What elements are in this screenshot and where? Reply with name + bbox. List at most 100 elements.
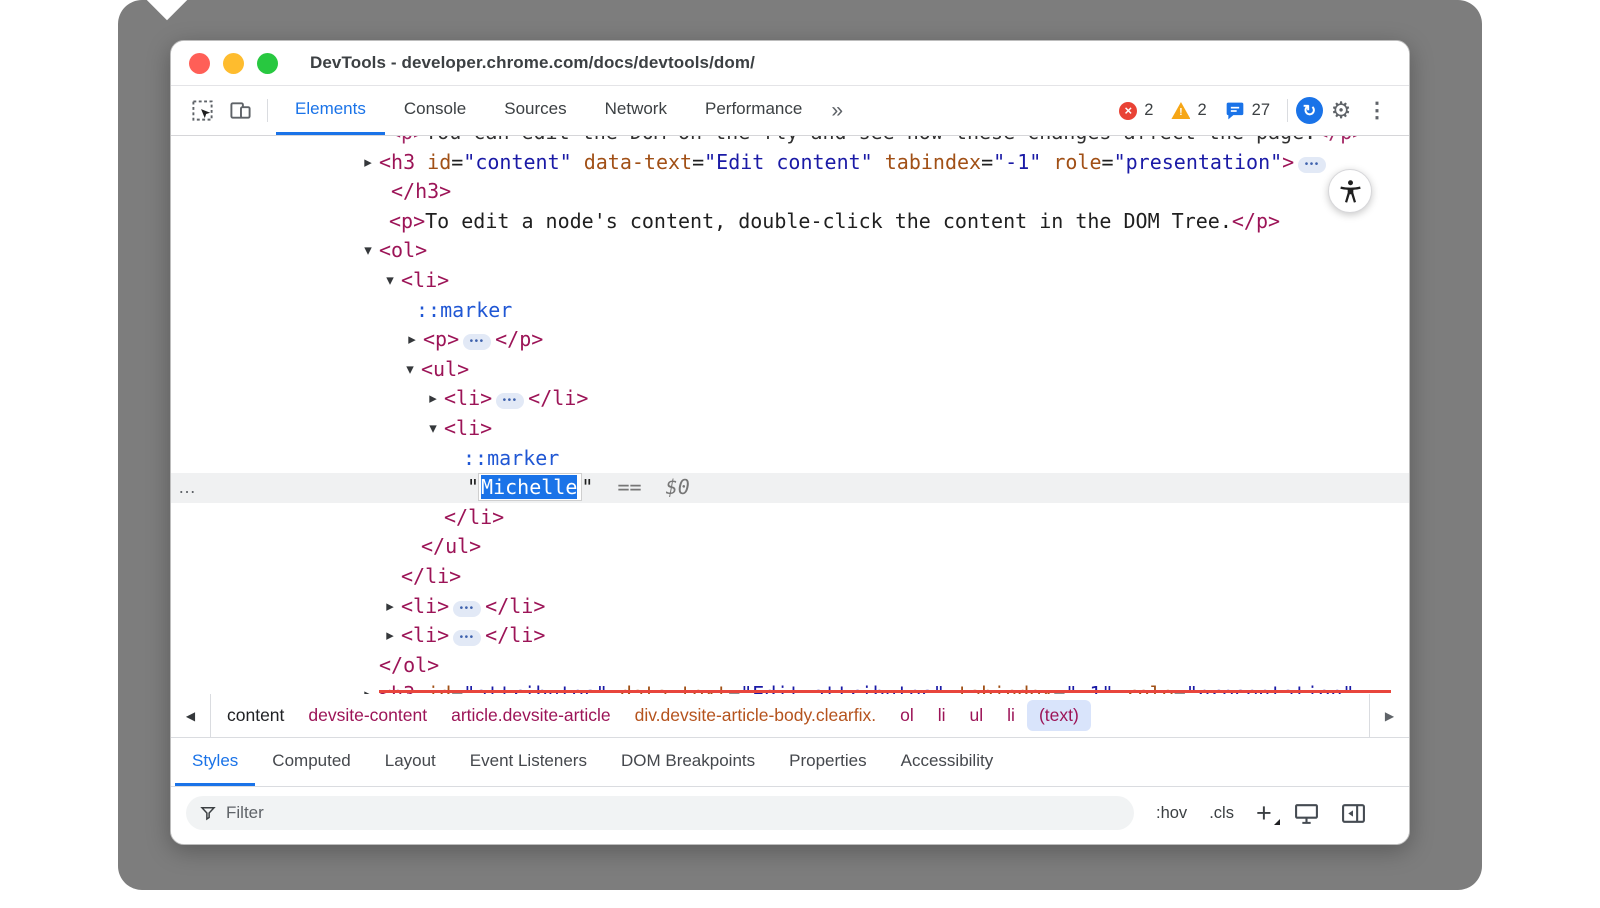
- dom-tree-selected-line[interactable]: …"Michelle" == $0: [171, 473, 1409, 503]
- syntax-token: ::marker: [416, 298, 512, 322]
- expand-arrow-icon[interactable]: ▸: [359, 148, 377, 178]
- gray-backdrop: DevTools - developer.chrome.com/docs/dev…: [118, 0, 1482, 890]
- breadcrumb-item-ol[interactable]: ol: [888, 700, 926, 731]
- dom-tree-line[interactable]: ▾<ol>: [171, 236, 1409, 266]
- dom-tree-line[interactable]: ::marker: [171, 444, 1409, 474]
- breadcrumb-item-article[interactable]: article.devsite-article: [439, 700, 623, 731]
- tab-event-listeners[interactable]: Event Listeners: [453, 738, 604, 786]
- breadcrumb-item-devsite-content[interactable]: devsite-content: [296, 700, 439, 731]
- error-badge[interactable]: × 2: [1110, 86, 1162, 135]
- syntax-token: tabindex: [873, 150, 981, 174]
- toggle-element-state-button[interactable]: :hov: [1156, 804, 1187, 823]
- syntax-token: </li>: [528, 386, 588, 410]
- inspect-element-icon[interactable]: [183, 86, 221, 135]
- breadcrumbs: content devsite-content article.devsite-…: [211, 694, 1369, 737]
- syntax-token: <li>: [401, 268, 449, 292]
- collapse-arrow-icon[interactable]: ▾: [401, 355, 419, 385]
- rendering-emulation-icon[interactable]: [1294, 802, 1319, 825]
- maximize-window-button[interactable]: [257, 53, 278, 74]
- element-classes-button[interactable]: .cls: [1209, 804, 1234, 823]
- settings-gear-icon[interactable]: ⚙: [1323, 97, 1359, 124]
- breadcrumb-item-ul[interactable]: ul: [958, 700, 996, 731]
- expand-arrow-icon[interactable]: ▸: [424, 384, 442, 414]
- breadcrumb-item-text-selected[interactable]: (text): [1027, 700, 1091, 731]
- dom-tree-line[interactable]: </ol>: [171, 651, 1409, 681]
- tab-computed[interactable]: Computed: [255, 738, 367, 786]
- new-style-rule-button[interactable]: +: [1256, 800, 1272, 827]
- syntax-token: ": [467, 475, 479, 499]
- tab-sources[interactable]: Sources: [485, 86, 585, 135]
- dom-tree-line[interactable]: </li>: [171, 562, 1409, 592]
- inline-expand-button[interactable]: •••: [453, 601, 481, 617]
- syntax-token: data-text: [572, 150, 692, 174]
- dom-tree-line[interactable]: ▸<h3 id="content" data-text="Edit conten…: [171, 148, 1409, 178]
- syntax-token: $0: [666, 475, 690, 499]
- toolbar-divider: [267, 99, 268, 122]
- inline-expand-button[interactable]: •••: [1298, 157, 1326, 173]
- dom-tree-line[interactable]: </li>: [171, 503, 1409, 533]
- syntax-token: </h3>: [391, 179, 451, 203]
- syntax-token: To edit a node's content, double-click t…: [425, 209, 1232, 233]
- styles-filter-field[interactable]: [186, 796, 1134, 830]
- dom-tree-line[interactable]: ▸<li>•••</li>: [171, 592, 1409, 622]
- styles-filter-input[interactable]: [226, 803, 1121, 823]
- inline-expand-button[interactable]: •••: [463, 334, 491, 350]
- dom-tree-line[interactable]: ▾<li>: [171, 414, 1409, 444]
- accessibility-overlay-button[interactable]: [1328, 169, 1372, 213]
- tab-console[interactable]: Console: [385, 86, 485, 135]
- inline-expand-button[interactable]: •••: [453, 630, 481, 646]
- dom-tree-line[interactable]: <p>To edit a node's content, double-clic…: [171, 207, 1409, 237]
- dom-tree-line[interactable]: </ul>: [171, 532, 1409, 562]
- dom-tree-line[interactable]: <p>You can edit the DOM on the fly and s…: [171, 136, 1409, 148]
- syntax-token: =: [451, 150, 463, 174]
- dom-tree-panel[interactable]: <p>You can edit the DOM on the fly and s…: [171, 136, 1409, 694]
- kebab-menu-icon[interactable]: ⋮: [1359, 98, 1395, 123]
- sidebar-toggle-icon[interactable]: [1341, 802, 1366, 825]
- breadcrumb-scroll-left-icon[interactable]: ◀: [171, 694, 211, 737]
- syntax-token: "presentation": [1114, 150, 1283, 174]
- tab-properties[interactable]: Properties: [772, 738, 883, 786]
- inline-edit-box[interactable]: Michelle: [479, 474, 581, 500]
- syntax-token: ==: [593, 475, 665, 499]
- syntax-token: </ul>: [421, 534, 481, 558]
- tab-accessibility[interactable]: Accessibility: [884, 738, 1011, 786]
- minimize-window-button[interactable]: [223, 53, 244, 74]
- more-tabs-icon[interactable]: »: [821, 86, 855, 135]
- syntax-token: <p>: [423, 327, 459, 351]
- syntax-token: <li>: [444, 416, 492, 440]
- breadcrumb-scroll-right-icon[interactable]: ▶: [1369, 694, 1409, 737]
- close-window-button[interactable]: [189, 53, 210, 74]
- tab-elements[interactable]: Elements: [276, 86, 385, 135]
- syntax-token: <h3: [379, 150, 415, 174]
- breadcrumb-item-content[interactable]: content: [215, 700, 296, 731]
- dom-tree-line[interactable]: </h3>: [171, 177, 1409, 207]
- device-toolbar-icon[interactable]: [221, 86, 259, 135]
- dom-tree-line[interactable]: ▾<li>: [171, 266, 1409, 296]
- collapse-arrow-icon[interactable]: ▾: [381, 266, 399, 296]
- syntax-token: ::marker: [463, 446, 559, 470]
- sync-status-icon[interactable]: ↻: [1296, 97, 1323, 124]
- collapse-arrow-icon[interactable]: ▾: [424, 414, 442, 444]
- syntax-token: id: [415, 150, 451, 174]
- inline-expand-button[interactable]: •••: [496, 393, 524, 409]
- tab-dom-breakpoints[interactable]: DOM Breakpoints: [604, 738, 772, 786]
- dom-tree-line[interactable]: ▾<ul>: [171, 355, 1409, 385]
- tab-layout[interactable]: Layout: [368, 738, 453, 786]
- expand-arrow-icon[interactable]: ▸: [381, 592, 399, 622]
- expand-arrow-icon[interactable]: ▸: [381, 621, 399, 651]
- breadcrumb-item-div[interactable]: div.devsite-article-body.clearfix.: [623, 700, 889, 731]
- dom-tree-line[interactable]: ▸<li>•••</li>: [171, 384, 1409, 414]
- dom-tree-line[interactable]: ▸<li>•••</li>: [171, 621, 1409, 651]
- dom-tree-line[interactable]: ▸<p>•••</p>: [171, 325, 1409, 355]
- breadcrumb-item-li[interactable]: li: [926, 700, 958, 731]
- tab-network[interactable]: Network: [586, 86, 686, 135]
- expand-arrow-icon[interactable]: ▸: [403, 325, 421, 355]
- issues-badge[interactable]: 27: [1216, 86, 1279, 135]
- dom-tree-line[interactable]: ::marker: [171, 296, 1409, 326]
- tab-performance[interactable]: Performance: [686, 86, 821, 135]
- tab-styles[interactable]: Styles: [175, 738, 255, 786]
- collapse-arrow-icon[interactable]: ▾: [359, 236, 377, 266]
- expand-arrow-icon[interactable]: ▸: [359, 680, 377, 694]
- warning-badge[interactable]: ! 2: [1162, 86, 1215, 135]
- breadcrumb-item-li2[interactable]: li: [995, 700, 1027, 731]
